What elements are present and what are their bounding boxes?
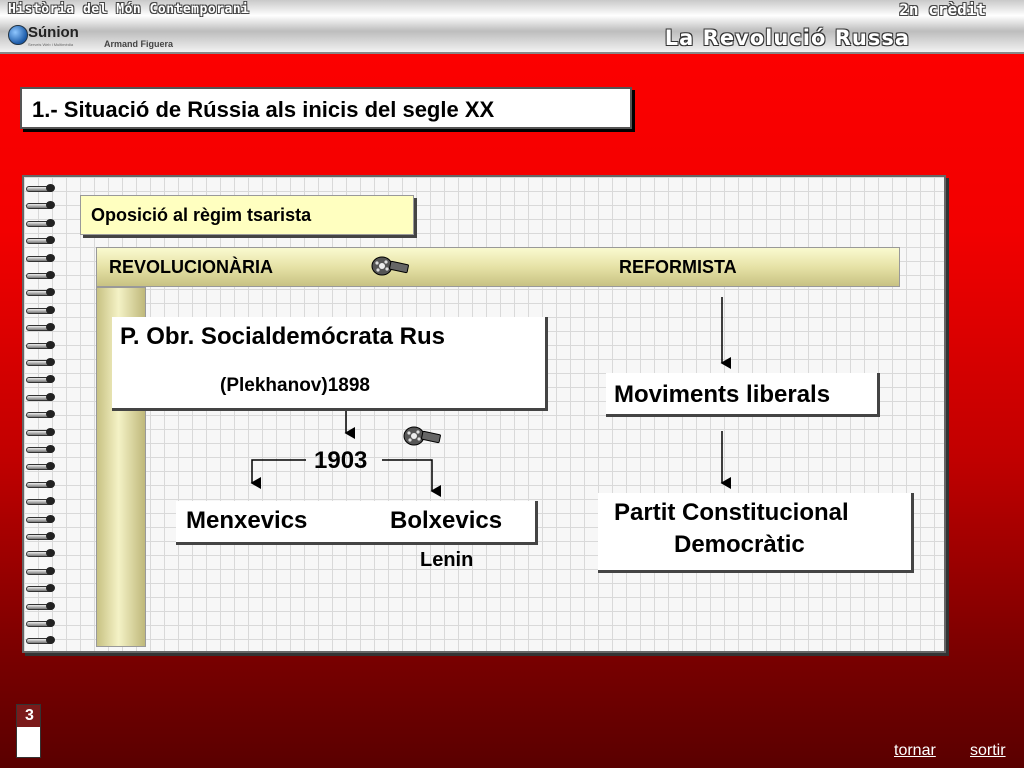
sunion-logo: Súnion Serveis Web i Multimèdia	[8, 23, 96, 49]
film-reel-icon[interactable]	[402, 425, 442, 447]
spiral-ring	[26, 427, 58, 437]
exit-link[interactable]: sortir	[970, 742, 1006, 760]
spiral-ring	[26, 183, 58, 193]
course-title: Història del Món Contemporani	[8, 2, 250, 17]
kadet-card: Partit Constitucional Democràtic	[598, 493, 914, 573]
slide-title: 1.- Situació de Rússia als inicis del se…	[32, 97, 495, 122]
spiral-ring	[26, 583, 58, 593]
page-number-badge: 3	[16, 704, 41, 758]
liberal-label: Moviments liberals	[614, 381, 831, 408]
party-name: P. Obr. Socialdemócrata Rus	[120, 323, 446, 350]
spiral-ring	[26, 392, 58, 402]
spiral-ring	[26, 496, 58, 506]
spiral-ring	[26, 566, 58, 576]
back-link[interactable]: tornar	[894, 742, 936, 760]
reformist-label: REFORMISTA	[619, 257, 737, 277]
spiral-ring	[26, 409, 58, 419]
spiral-ring	[26, 340, 58, 350]
spiral-ring	[26, 479, 58, 489]
spiral-ring	[26, 514, 58, 524]
spiral-ring	[26, 548, 58, 558]
menshevik-label: Menxevics	[186, 507, 308, 534]
theme-title: La Revolució Russa	[664, 26, 910, 50]
spiral-ring	[26, 322, 58, 332]
header-bar: Història del Món Contemporani 2n crèdit …	[0, 0, 1024, 54]
spiral-ring	[26, 618, 58, 628]
spiral-ring	[26, 200, 58, 210]
bolshevik-leader: Lenin	[420, 549, 474, 571]
opposition-label: Oposició al règim tsarista	[91, 205, 312, 225]
slide-title-box: 1.- Situació de Rússia als inicis del se…	[20, 87, 632, 129]
faction-split-card: Menxevics Bolxevics	[176, 501, 538, 545]
spiral-ring	[26, 235, 58, 245]
liberal-movements-card: Moviments liberals	[606, 373, 880, 417]
spiral-ring	[26, 218, 58, 228]
opposition-band: REVOLUCIONÀRIA REFORMISTA	[96, 247, 900, 287]
spiral-ring	[26, 357, 58, 367]
spiral-ring	[26, 601, 58, 611]
split-year: 1903	[314, 447, 368, 474]
spiral-ring	[26, 253, 58, 263]
kadet-line2: Democràtic	[674, 531, 805, 558]
spiral-ring	[26, 444, 58, 454]
opposition-box: Oposició al règim tsarista	[80, 195, 414, 235]
spiral-binding	[24, 177, 60, 651]
notebook-panel: Oposició al règim tsarista REVOLUCIONÀRI…	[22, 175, 946, 653]
spiral-ring	[26, 461, 58, 471]
globe-icon	[8, 25, 28, 45]
logo-tagline: Serveis Web i Multimèdia	[28, 42, 74, 47]
party-card: P. Obr. Socialdemócrata Rus (Plekhanov)1…	[112, 317, 548, 411]
bolshevik-label: Bolxevics	[390, 507, 503, 534]
logo-text: Súnion	[28, 24, 79, 41]
spiral-ring	[26, 374, 58, 384]
credit-label: 2n crèdit	[899, 0, 986, 19]
spiral-ring	[26, 287, 58, 297]
kadet-line1: Partit Constitucional	[614, 499, 849, 526]
party-detail: (Plekhanov)1898	[220, 375, 370, 396]
revolutionary-label: REVOLUCIONÀRIA	[109, 257, 274, 277]
author-name: Armand Figuera	[104, 39, 174, 49]
page-number: 3	[25, 707, 34, 724]
spiral-ring	[26, 531, 58, 541]
film-reel-icon[interactable]	[370, 255, 410, 277]
spiral-ring	[26, 270, 58, 280]
spiral-ring	[26, 305, 58, 315]
spiral-ring	[26, 635, 58, 645]
